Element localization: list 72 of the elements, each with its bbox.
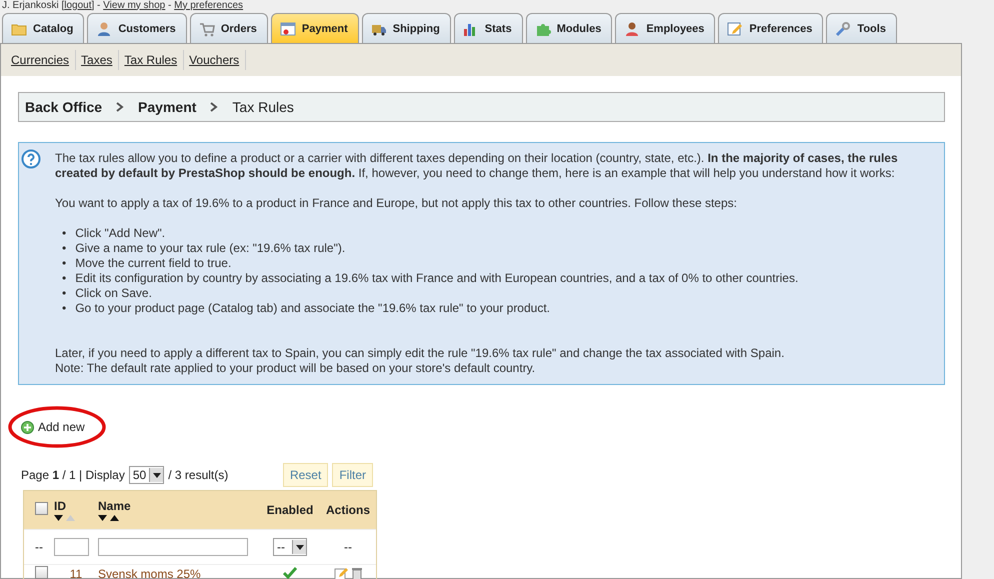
enabled-filter-select[interactable]: --: [273, 538, 307, 556]
caret-down-icon: [152, 472, 161, 478]
step-item: Click "Add New".: [75, 226, 166, 241]
row-checkbox[interactable]: [35, 566, 48, 579]
nav-tab[interactable]: Stats: [454, 13, 523, 43]
nav-tab[interactable]: Payment: [270, 13, 359, 43]
bullet-mark: •: [62, 256, 66, 271]
logout-link[interactable]: logout: [64, 0, 92, 10]
table-cell-text: Svensk moms 25%: [98, 567, 202, 579]
subnav-link[interactable]: Taxes: [81, 50, 120, 70]
column-header: Name: [98, 498, 131, 512]
select-all-checkbox[interactable]: [35, 502, 48, 515]
nav-tab[interactable]: Modules: [526, 13, 612, 43]
pencil-icon: [727, 20, 744, 36]
help-icon: [21, 149, 41, 169]
nav-tab[interactable]: Preferences: [718, 13, 824, 43]
column-header: Enabled: [266, 503, 314, 517]
example-text: You want to apply a tax of 19.6% to a product in France and Europe, but not apply this tax to other countries. Follow these steps:: [55, 196, 738, 211]
view-shop-link[interactable]: View my shop: [103, 0, 166, 10]
nav-tab[interactable]: Catalog: [2, 13, 84, 43]
breadcrumb-item[interactable]: Back Office: [25, 99, 102, 115]
column-header: ID: [54, 498, 66, 512]
intro-text: The tax rules allow you to define a product or a carrier with different taxes depending on their location (country, state, etc.). In the majority of cases, the rules created by default by PrestaShop should be enough. If, however, you need to change them, here is an example that will help you understand how it works:: [55, 151, 899, 181]
step-item: Go to your product page (Catalog tab) and associate the "19.6% tax rule" to your product.: [75, 301, 550, 316]
caret-down-icon: [296, 544, 304, 550]
delete-icon[interactable]: [352, 567, 362, 579]
edit-icon[interactable]: [334, 567, 348, 579]
check-icon[interactable]: [283, 566, 297, 578]
per-page-select[interactable]: 50: [128, 466, 164, 484]
results-count: / 3 result(s): [168, 468, 228, 482]
breadcrumb-item[interactable]: Payment: [138, 99, 196, 115]
note-text: Later, if you need to apply a different tax to Spain, you can simply edit the rule "19.6% tax rule" and change the tax associated with Spain.: [55, 346, 786, 361]
subnav-link[interactable]: Tax Rules: [124, 50, 184, 70]
plus-icon: [21, 420, 34, 434]
nav-tab[interactable]: Employees: [615, 13, 716, 43]
step-item: Edit its configuration by country by associating a 19.6% tax with France and with European countries, and a tax of 0% to other countries.: [75, 271, 798, 286]
nav-tab[interactable]: Orders: [190, 13, 268, 43]
pagination-text: Page 1 / 1 | Display: [21, 468, 125, 482]
person-icon: [624, 20, 640, 36]
separator-text: ] -: [92, 0, 102, 10]
step-item: Give a name to your tax rule (ex: "19.6% tax rule").: [75, 241, 346, 256]
filter-action-button[interactable]: Filter: [332, 463, 373, 487]
card-icon: [280, 20, 296, 36]
cart-icon: [198, 20, 215, 36]
nav-tab[interactable]: Shipping: [362, 13, 451, 43]
bullet-mark: •: [62, 271, 66, 286]
subnav-link[interactable]: Vouchers: [189, 50, 246, 70]
nav-tab[interactable]: Customers: [87, 13, 187, 43]
subnav-link[interactable]: Currencies: [11, 50, 76, 70]
step-item: Move the current field to true.: [75, 256, 232, 271]
column-header: Actions: [326, 503, 370, 517]
step-item: Click on Save.: [75, 286, 152, 301]
filter-action-button[interactable]: Reset: [282, 463, 328, 487]
nav-tab[interactable]: Tools: [826, 13, 897, 43]
preferences-link[interactable]: My preferences: [174, 0, 244, 10]
note-text: Note: The default rate applied to your product will be based on your store's default country.: [55, 361, 536, 376]
name-filter-field[interactable]: [98, 538, 248, 556]
bullet-mark: •: [62, 301, 66, 316]
chevron-right-icon: [210, 102, 218, 112]
wrench-icon: [835, 20, 852, 36]
bullet-mark: •: [62, 226, 66, 241]
separator-text: -: [167, 0, 172, 10]
chevron-right-icon: [116, 102, 124, 112]
breadcrumb-item: Tax Rules: [232, 99, 294, 115]
person-icon: [96, 20, 112, 36]
user-name: J. Erjankoski [: [2, 0, 64, 10]
table-cell-text: 11: [68, 567, 84, 579]
table-cell-text: --: [34, 540, 44, 554]
bullet-mark: •: [62, 241, 66, 256]
table-cell-text: --: [343, 540, 353, 554]
bullet-mark: •: [62, 286, 66, 301]
id-filter-field[interactable]: [54, 538, 89, 556]
